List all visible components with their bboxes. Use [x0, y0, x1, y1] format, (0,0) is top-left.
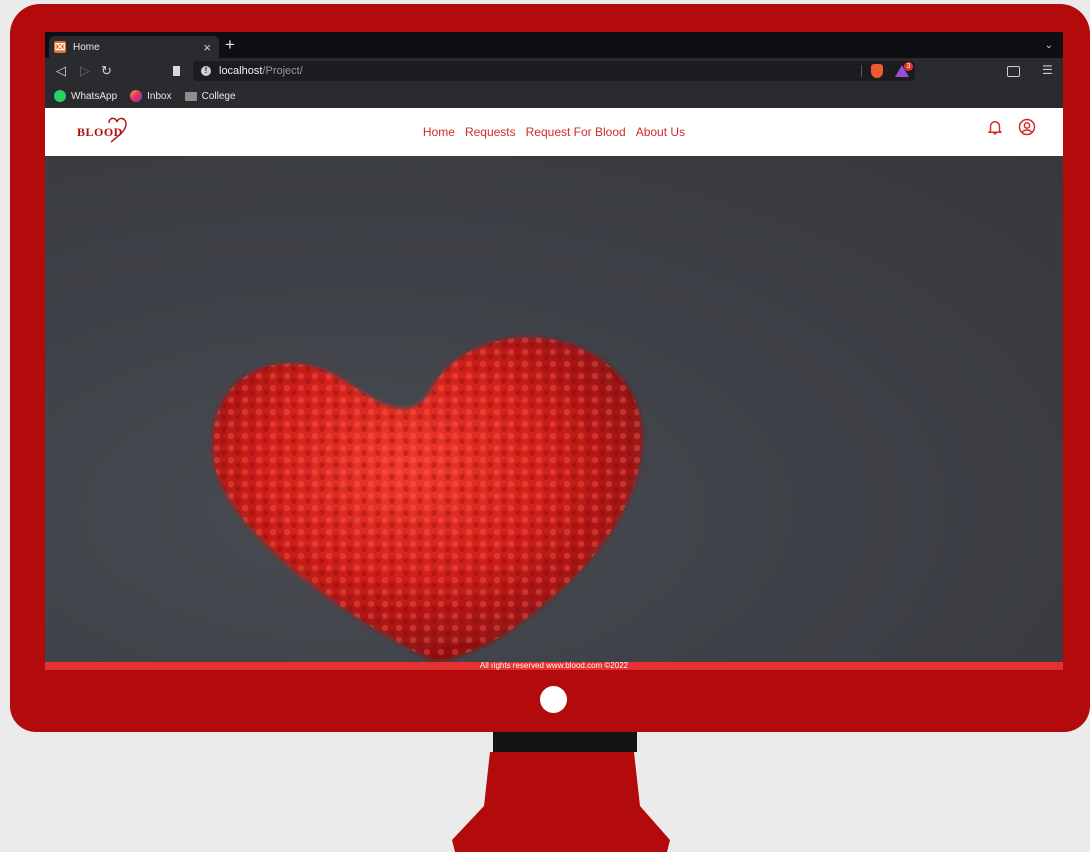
address-bar[interactable]: ! localhost/Project/ 3 [193, 61, 915, 81]
brave-shield-icon[interactable] [871, 64, 883, 78]
nav-home[interactable]: Home [423, 125, 455, 139]
bookmarks-bar: WhatsApp Inbox College [45, 84, 1063, 108]
url-host: localhost [219, 65, 263, 77]
new-tab-icon[interactable]: + [225, 36, 235, 54]
rewards-badge: 3 [904, 62, 913, 71]
menu-icon[interactable]: ☰ [1042, 63, 1053, 77]
url-text: localhost/Project/ [219, 65, 303, 77]
nav-links: Home Requests Request For Blood About Us [45, 108, 1063, 156]
footer-copyright: All rights reserved www.blood.com ©2022 [479, 661, 629, 670]
whatsapp-icon [54, 90, 66, 102]
bookmark-inbox[interactable]: Inbox [130, 90, 172, 102]
nav-requests[interactable]: Requests [465, 125, 516, 139]
screen: ⌧ Home × + ⌄ ◁ ▷ ↻ ! localhost/Project/ … [45, 32, 1063, 670]
url-path: /Project/ [262, 65, 303, 77]
bookmark-label: Inbox [147, 90, 172, 102]
tab-title: Home [73, 41, 100, 53]
user-account-icon[interactable] [1018, 118, 1036, 136]
site-info-icon[interactable]: ! [201, 66, 211, 76]
back-icon[interactable]: ◁ [56, 63, 66, 79]
forward-icon[interactable]: ▷ [80, 63, 90, 79]
site-navbar: BLOOD Home Requests Request For Blood Ab… [45, 108, 1063, 156]
bookmark-label: WhatsApp [71, 90, 118, 102]
tab-strip: ⌧ Home × + ⌄ [45, 32, 1063, 58]
wallet-icon[interactable] [1007, 66, 1020, 77]
bookmark-whatsapp[interactable]: WhatsApp [54, 90, 117, 102]
xampp-favicon-icon: ⌧ [54, 41, 66, 53]
bookmark-icon[interactable] [173, 66, 180, 76]
red-heart-image [212, 337, 643, 662]
site-footer: All rights reserved www.blood.com ©2022 [45, 662, 1063, 670]
power-button[interactable] [540, 686, 567, 713]
instagram-icon [130, 90, 143, 102]
folder-icon [184, 91, 197, 101]
nav-request-for-blood[interactable]: Request For Blood [526, 125, 626, 139]
bell-icon[interactable] [986, 118, 1004, 136]
close-tab-icon[interactable]: × [203, 41, 211, 54]
bookmark-label: College [201, 90, 236, 102]
url-separator [861, 65, 862, 77]
hero-image [45, 156, 1063, 662]
reload-icon[interactable]: ↻ [101, 63, 112, 79]
tab-home[interactable]: ⌧ Home × [49, 36, 219, 58]
chevron-down-icon[interactable]: ⌄ [1045, 40, 1053, 51]
monitor-stand-shadow [493, 732, 637, 752]
browser-toolbar: ◁ ▷ ↻ ! localhost/Project/ 3 ☰ [45, 58, 1063, 84]
bookmark-college[interactable]: College [184, 90, 236, 102]
nav-about-us[interactable]: About Us [636, 125, 685, 139]
